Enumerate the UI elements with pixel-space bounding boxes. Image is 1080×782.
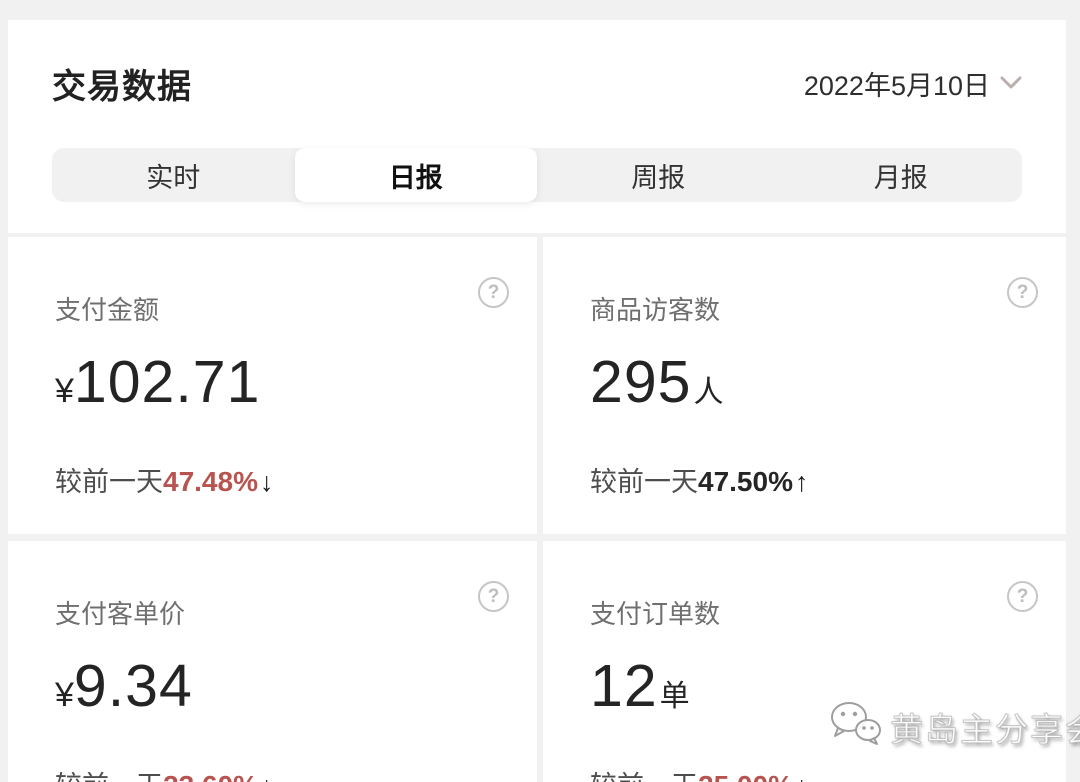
- change-label: 较前一天: [590, 467, 698, 497]
- help-icon[interactable]: ?: [478, 277, 509, 308]
- help-icon[interactable]: ?: [1007, 581, 1038, 612]
- metric-number: 102.71: [74, 349, 260, 415]
- tab-weekly[interactable]: 周报: [537, 148, 780, 202]
- currency-symbol: ¥: [55, 372, 74, 410]
- card-head: 支付订单数 ?: [590, 581, 1038, 631]
- change-value: 23.60%: [163, 770, 258, 782]
- metric-change: 较前一天47.50%↑: [590, 465, 1038, 504]
- chevron-down-icon: [1000, 76, 1022, 90]
- metric-change: 较前一天47.48%↓: [55, 465, 509, 504]
- metric-change: 较前一天25.00%↓: [590, 769, 1038, 782]
- change-label: 较前一天: [55, 771, 163, 782]
- card-head: 支付客单价 ?: [55, 581, 509, 631]
- card-head: 商品访客数 ?: [590, 277, 1038, 327]
- help-icon[interactable]: ?: [478, 581, 509, 612]
- report-period-tabs: 实时 日报 周报 月报: [52, 148, 1022, 202]
- date-picker[interactable]: 2022年5月10日: [804, 64, 1022, 103]
- change-label: 较前一天: [590, 771, 698, 782]
- metric-value: ¥9.34: [55, 655, 509, 733]
- card-pay-orders: 支付订单数 ? 12单 较前一天25.00%↓: [543, 541, 1066, 782]
- card-pay-per-customer: 支付客单价 ? ¥9.34 较前一天23.60%↓: [8, 541, 537, 782]
- metric-label: 支付客单价: [55, 597, 185, 631]
- currency-symbol: ¥: [55, 676, 74, 714]
- header-panel: 交易数据 2022年5月10日 实时 日报 周报 月报: [8, 20, 1066, 233]
- date-label: 2022年5月10日: [804, 64, 990, 103]
- page-title: 交易数据: [52, 59, 192, 108]
- trend-arrow-icon: ↓: [795, 771, 809, 782]
- metric-unit: 人: [693, 376, 723, 409]
- metric-value: 12单: [590, 655, 1038, 733]
- metric-number: 12: [590, 653, 658, 719]
- metric-number: 295: [590, 349, 691, 415]
- change-value: 47.50%: [698, 466, 793, 497]
- change-value: 25.00%: [698, 770, 793, 782]
- tab-realtime[interactable]: 实时: [52, 148, 295, 202]
- metric-number: 9.34: [74, 653, 193, 719]
- metric-label: 支付订单数: [590, 597, 720, 631]
- change-label: 较前一天: [55, 467, 163, 497]
- tab-monthly[interactable]: 月报: [780, 148, 1023, 202]
- trend-arrow-icon: ↑: [795, 467, 809, 497]
- card-head: 支付金额 ?: [55, 277, 509, 327]
- card-product-visitors: 商品访客数 ? 295人 较前一天47.50%↑: [543, 237, 1066, 534]
- metric-value: ¥102.71: [55, 351, 509, 429]
- header-row: 交易数据 2022年5月10日: [52, 60, 1022, 106]
- tab-daily[interactable]: 日报: [295, 148, 538, 202]
- metric-unit: 单: [660, 680, 690, 713]
- metric-cards-grid: 支付金额 ? ¥102.71 较前一天47.48%↓ 商品访客数 ? 295人 …: [8, 237, 1066, 782]
- trend-arrow-icon: ↓: [260, 771, 274, 782]
- help-icon[interactable]: ?: [1007, 277, 1038, 308]
- metric-change: 较前一天23.60%↓: [55, 769, 509, 782]
- card-pay-amount: 支付金额 ? ¥102.71 较前一天47.48%↓: [8, 237, 537, 534]
- metric-value: 295人: [590, 351, 1038, 429]
- metric-label: 商品访客数: [590, 293, 720, 327]
- metric-label: 支付金额: [55, 293, 159, 327]
- transaction-data-screen: 交易数据 2022年5月10日 实时 日报 周报 月报 支付金额 ?: [0, 0, 1080, 782]
- trend-arrow-icon: ↓: [260, 467, 274, 497]
- change-value: 47.48%: [163, 466, 258, 497]
